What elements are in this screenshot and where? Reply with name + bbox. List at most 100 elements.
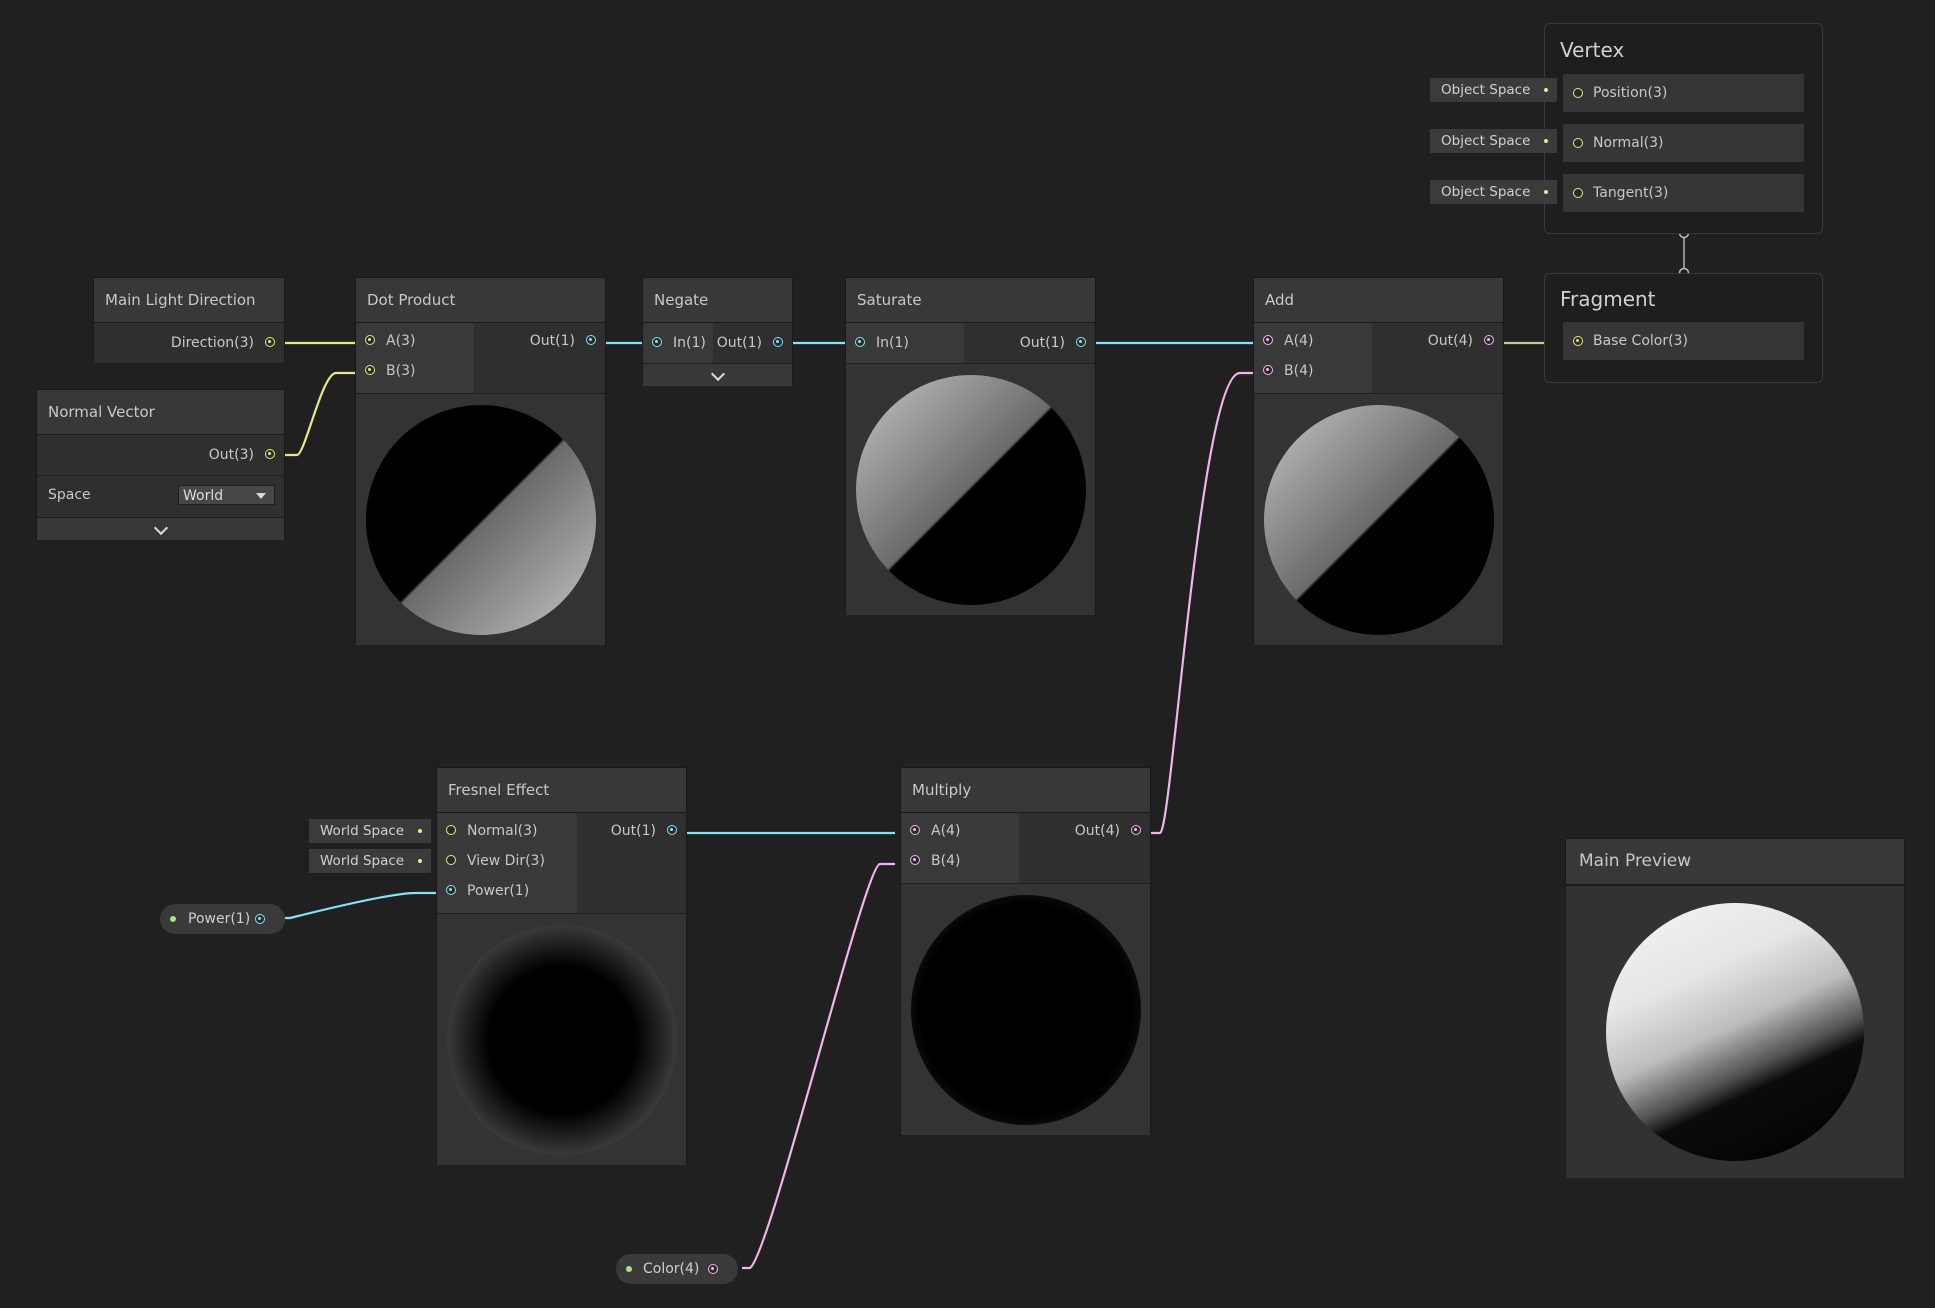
input-port-b[interactable]: B(4) bbox=[901, 846, 1019, 876]
output-port[interactable]: Out(1) bbox=[577, 816, 686, 846]
port-dot-icon[interactable] bbox=[365, 365, 375, 375]
port-dot-icon[interactable] bbox=[1573, 138, 1583, 148]
input-port-a[interactable]: A(3) bbox=[356, 326, 474, 356]
node-title[interactable]: Add bbox=[1254, 278, 1503, 323]
port-dot-icon[interactable] bbox=[910, 825, 920, 835]
port-dot-icon[interactable] bbox=[446, 885, 456, 895]
object-space-tag[interactable]: Object Space bbox=[1430, 78, 1557, 102]
object-space-tag[interactable]: Object Space bbox=[1430, 180, 1557, 204]
port-dot-icon[interactable] bbox=[1573, 336, 1583, 346]
node-main-light-direction[interactable]: Main Light Direction Direction(3) bbox=[93, 277, 285, 363]
node-title[interactable]: Multiply bbox=[901, 768, 1150, 813]
port-label: Out(1) bbox=[529, 333, 575, 349]
port-dot-icon[interactable] bbox=[586, 335, 596, 345]
vertex-stack[interactable]: Vertex Position(3) Normal(3) Tangent(3) bbox=[1544, 23, 1823, 234]
vertex-title: Vertex bbox=[1560, 38, 1625, 62]
space-dropdown[interactable]: World bbox=[178, 485, 275, 505]
expand-button[interactable] bbox=[643, 363, 792, 386]
port-label: A(3) bbox=[386, 333, 416, 349]
vertex-port-tangent[interactable]: Tangent(3) bbox=[1563, 174, 1804, 212]
port-label: B(4) bbox=[931, 853, 961, 869]
port-dot-icon[interactable] bbox=[255, 914, 265, 924]
port-dot-icon[interactable] bbox=[1263, 365, 1273, 375]
node-multiply[interactable]: Multiply A(4) B(4) Out(4) bbox=[900, 767, 1151, 1135]
tag-dot-icon bbox=[418, 859, 422, 863]
color-property[interactable]: Color(4) bbox=[616, 1254, 738, 1284]
node-title[interactable]: Main Light Direction bbox=[94, 278, 284, 323]
port-label: In(1) bbox=[673, 335, 706, 351]
port-label: Base Color(3) bbox=[1593, 333, 1688, 349]
port-dot-icon[interactable] bbox=[265, 449, 275, 459]
output-port[interactable]: Out(1) bbox=[964, 328, 1095, 358]
port-label: Out(4) bbox=[1427, 333, 1473, 349]
port-dot-icon[interactable] bbox=[1573, 88, 1583, 98]
input-port-power[interactable]: Power(1) bbox=[437, 876, 577, 906]
node-title[interactable]: Dot Product bbox=[356, 278, 605, 323]
port-label: Out(3) bbox=[208, 447, 254, 463]
input-port-a[interactable]: A(4) bbox=[901, 816, 1019, 846]
port-dot-icon[interactable] bbox=[1573, 188, 1583, 198]
world-space-tag[interactable]: World Space bbox=[309, 849, 431, 873]
fragment-stack[interactable]: Fragment Base Color(3) bbox=[1544, 273, 1823, 383]
node-dot-product[interactable]: Dot Product A(3) B(3) Out(1) bbox=[355, 277, 606, 645]
chevron-down-icon bbox=[153, 520, 168, 536]
port-dot-icon[interactable] bbox=[652, 337, 662, 347]
preview-sphere bbox=[1263, 404, 1494, 635]
output-port[interactable]: Out(4) bbox=[1372, 326, 1503, 356]
preview-sphere bbox=[446, 924, 677, 1155]
vertex-port-position[interactable]: Position(3) bbox=[1563, 74, 1804, 112]
node-add[interactable]: Add A(4) B(4) Out(4) bbox=[1253, 277, 1504, 645]
node-normal-vector[interactable]: Normal Vector Out(3) Space World bbox=[36, 389, 285, 540]
output-port[interactable]: Out(3) bbox=[37, 440, 284, 470]
port-dot-icon[interactable] bbox=[446, 855, 456, 865]
port-dot-icon[interactable] bbox=[446, 825, 456, 835]
world-space-tag[interactable]: World Space bbox=[309, 819, 431, 843]
power-property[interactable]: Power(1) bbox=[160, 904, 285, 934]
expand-button[interactable] bbox=[37, 517, 284, 540]
object-space-tag[interactable]: Object Space bbox=[1430, 129, 1557, 153]
node-saturate[interactable]: Saturate In(1) Out(1) bbox=[845, 277, 1096, 615]
port-dot-icon[interactable] bbox=[855, 337, 865, 347]
output-port[interactable]: Out(1) bbox=[474, 326, 605, 356]
port-dot-icon[interactable] bbox=[265, 337, 275, 347]
output-port[interactable]: Out(1) bbox=[713, 328, 792, 358]
node-title[interactable]: Fresnel Effect bbox=[437, 768, 686, 813]
input-port-b[interactable]: B(4) bbox=[1254, 356, 1372, 386]
port-dot-icon[interactable] bbox=[708, 1264, 718, 1274]
port-dot-icon[interactable] bbox=[1076, 337, 1086, 347]
port-label: Normal(3) bbox=[467, 823, 538, 839]
input-port[interactable]: In(1) bbox=[846, 328, 964, 358]
main-preview-viewport[interactable] bbox=[1566, 885, 1904, 1178]
port-dot-icon[interactable] bbox=[365, 335, 375, 345]
fragment-port-base-color[interactable]: Base Color(3) bbox=[1563, 322, 1804, 360]
input-port-normal[interactable]: Normal(3) bbox=[437, 816, 577, 846]
port-dot-icon[interactable] bbox=[773, 337, 783, 347]
tag-label: Object Space bbox=[1441, 133, 1531, 149]
input-port-view-dir[interactable]: View Dir(3) bbox=[437, 846, 577, 876]
input-port-a[interactable]: A(4) bbox=[1254, 326, 1372, 356]
preview-sphere bbox=[910, 894, 1141, 1125]
node-title[interactable]: Saturate bbox=[846, 278, 1095, 323]
port-dot-icon[interactable] bbox=[1484, 335, 1494, 345]
port-dot-icon[interactable] bbox=[910, 855, 920, 865]
output-port[interactable]: Direction(3) bbox=[94, 328, 284, 358]
node-negate[interactable]: Negate In(1) Out(1) bbox=[642, 277, 793, 386]
input-port[interactable]: In(1) bbox=[643, 328, 713, 358]
port-dot-icon[interactable] bbox=[667, 825, 677, 835]
main-preview-title[interactable]: Main Preview bbox=[1566, 839, 1904, 885]
wire-color-to-multiply-b bbox=[742, 862, 895, 1270]
output-port[interactable]: Out(4) bbox=[1019, 816, 1150, 846]
main-preview-panel[interactable]: Main Preview bbox=[1565, 838, 1905, 1178]
node-preview bbox=[437, 913, 686, 1165]
preview-sphere bbox=[365, 404, 596, 635]
node-title[interactable]: Normal Vector bbox=[37, 390, 284, 435]
port-label: Direction(3) bbox=[170, 335, 254, 351]
port-dot-icon[interactable] bbox=[1131, 825, 1141, 835]
vertex-port-normal[interactable]: Normal(3) bbox=[1563, 124, 1804, 162]
node-fresnel-effect[interactable]: Fresnel Effect Normal(3) View Dir(3) Pow… bbox=[436, 767, 687, 1165]
node-title[interactable]: Negate bbox=[643, 278, 792, 323]
input-port-b[interactable]: B(3) bbox=[356, 356, 474, 386]
tag-dot-icon bbox=[1544, 139, 1548, 143]
port-dot-icon[interactable] bbox=[1263, 335, 1273, 345]
node-preview bbox=[901, 883, 1150, 1135]
